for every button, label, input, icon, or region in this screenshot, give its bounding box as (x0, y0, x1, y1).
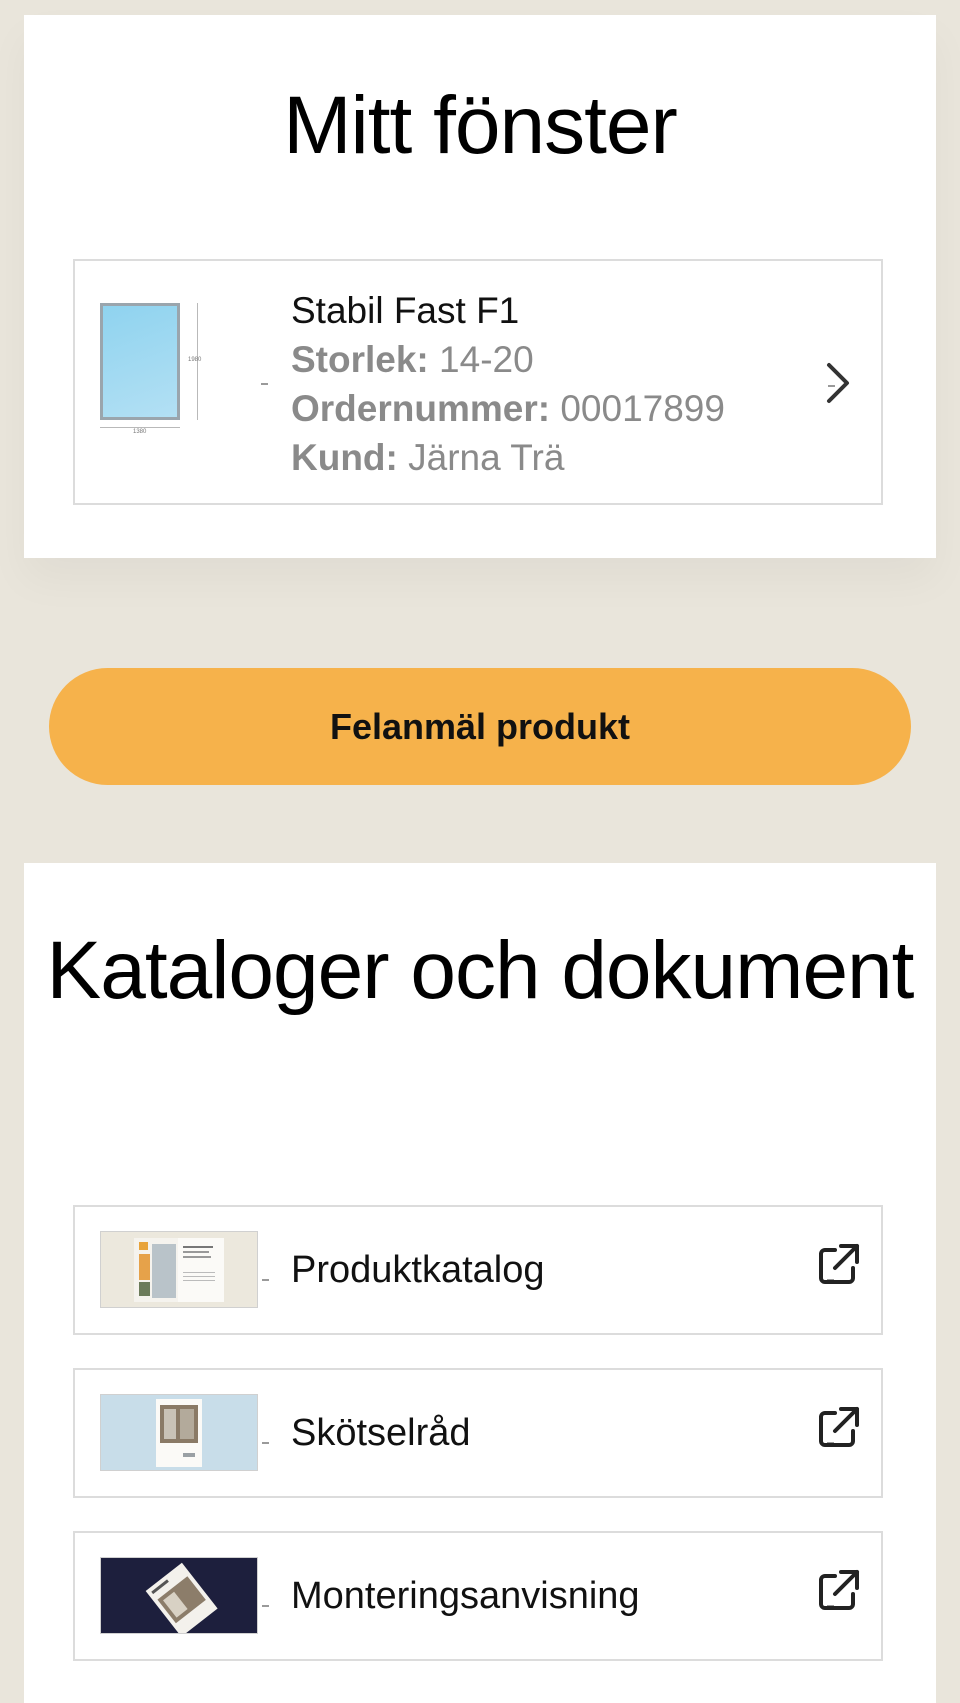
installation-guide-thumbnail (100, 1557, 258, 1634)
divider-dash (262, 1605, 269, 1607)
window-drawing: 1980 1380 (99, 301, 209, 441)
report-product-button[interactable]: Felanmäl produkt (49, 668, 911, 785)
size-label: Storlek: (291, 339, 429, 380)
size-line: Storlek: 14-20 (291, 335, 725, 384)
my-window-title: Mitt fönster (283, 80, 678, 171)
catalogs-documents-card: Kataloger och dokument Produktkatalog Sk… (24, 863, 936, 1703)
product-catalog-thumbnail (100, 1231, 258, 1308)
doc-item-product-catalog[interactable]: Produktkatalog (73, 1205, 883, 1335)
width-dimension-label: 1380 (133, 429, 147, 435)
order-line: Ordernummer: 00017899 (291, 384, 725, 433)
order-number-value: 00017899 (560, 388, 725, 429)
divider-dash (262, 1442, 269, 1444)
divider-dash (261, 383, 268, 385)
product-name: Stabil Fast F1 (291, 290, 520, 331)
doc-item-care-advice[interactable]: Skötselråd (73, 1368, 883, 1498)
width-dimension-line (100, 427, 180, 428)
customer-value: Järna Trä (408, 437, 565, 478)
window-product-row[interactable]: 1980 1380 Stabil Fast F1 Storlek: 14-20 … (73, 259, 883, 505)
height-dimension-label: 1980 (188, 357, 202, 363)
doc-label-installation-guide: Monteringsanvisning (291, 1575, 640, 1617)
external-link-icon[interactable] (813, 1403, 863, 1453)
care-advice-thumbnail (100, 1394, 258, 1471)
order-number-label: Ordernummer: (291, 388, 551, 429)
doc-item-installation-guide[interactable]: Monteringsanvisning (73, 1531, 883, 1661)
window-info: Stabil Fast F1 Storlek: 14-20 Ordernumme… (291, 287, 725, 482)
chevron-right-icon[interactable] (817, 361, 857, 405)
doc-label-product-catalog: Produktkatalog (291, 1249, 545, 1291)
size-value: 14-20 (439, 339, 534, 380)
external-link-icon[interactable] (813, 1240, 863, 1290)
external-link-icon[interactable] (813, 1566, 863, 1616)
my-window-card: Mitt fönster 1980 1380 Stabil Fast F1 St… (24, 15, 936, 558)
customer-line: Kund: Järna Trä (291, 433, 725, 482)
catalogs-documents-title: Kataloger och dokument (46, 925, 915, 1016)
divider-dash (262, 1279, 269, 1281)
doc-label-care-advice: Skötselråd (291, 1412, 471, 1454)
window-glass-pane (100, 303, 180, 420)
customer-label: Kund: (291, 437, 398, 478)
